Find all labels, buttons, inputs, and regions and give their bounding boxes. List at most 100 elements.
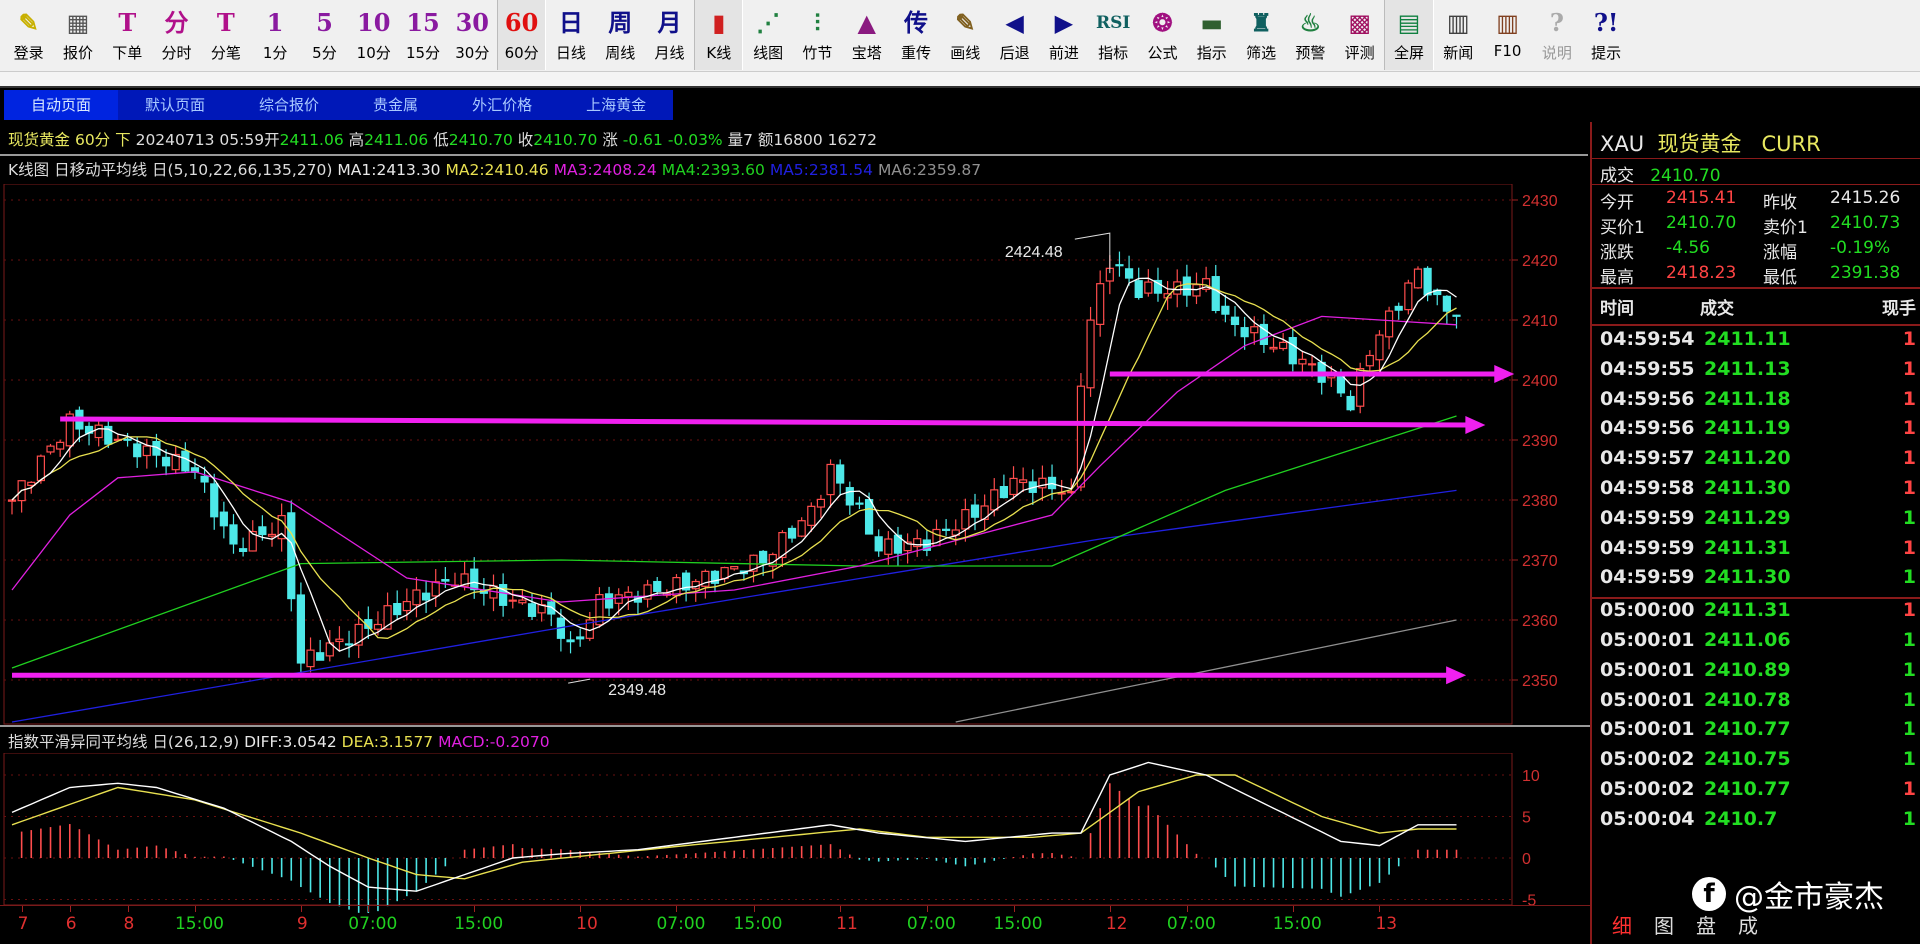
- candle-body: [1019, 479, 1028, 484]
- toolbar-label: 30分: [455, 44, 490, 62]
- candle-body: [672, 577, 681, 597]
- tab-1[interactable]: 默认页面: [118, 90, 232, 120]
- macd-chart[interactable]: 1050-5: [0, 753, 1590, 913]
- watermark: f @金市豪杰: [1692, 872, 1884, 916]
- support-arrow-line[interactable]: [60, 416, 1470, 428]
- candle-body: [229, 524, 238, 545]
- toolbar-30min-button[interactable]: 30 30分: [448, 0, 497, 70]
- tick-price: 2411.31: [1704, 536, 1791, 559]
- toolbar-back-button[interactable]: ◀ 后退: [990, 0, 1039, 70]
- panel-tab-1[interactable]: 图: [1654, 910, 1674, 939]
- toolbar-kline-button[interactable]: ▮ K线: [694, 0, 744, 70]
- candle-body: [1182, 276, 1191, 296]
- tick-price: 2411.11: [1704, 328, 1791, 350]
- tick-row: 05:00:00 2411.31 1: [1600, 599, 1916, 629]
- toolbar-resend-button[interactable]: 传重传: [891, 0, 940, 70]
- formula-icon: ❂: [1152, 8, 1173, 37]
- toolbar-formula-button[interactable]: ❂ 公式: [1138, 0, 1187, 70]
- tick-row: 05:00:02 2410.75 1: [1600, 748, 1916, 778]
- tab-5[interactable]: 上海黄金: [559, 90, 673, 120]
- stat-row: 涨跌 -4.56 涨幅 -0.19%: [1600, 238, 1916, 263]
- candle-body: [1250, 326, 1259, 334]
- tick-row: 05:00:02 2410.77 1: [1600, 778, 1916, 808]
- bamboo-icon: ⫶: [814, 8, 821, 37]
- tab-0[interactable]: 自动页面: [4, 90, 119, 120]
- tab-2[interactable]: 综合报价: [232, 90, 346, 120]
- candle-body: [566, 639, 575, 643]
- toolbar-draw-button[interactable]: ✎ 画线: [941, 0, 990, 70]
- candle-body: [1134, 280, 1143, 298]
- toolbar-daily-button[interactable]: 日日线: [546, 0, 595, 70]
- candle-body: [335, 638, 344, 643]
- panel-tab-0[interactable]: 细: [1612, 910, 1632, 939]
- toolbar-linechart-button[interactable]: ⋰ 线图: [743, 0, 792, 70]
- hint-icon: ▬: [1200, 8, 1224, 37]
- candle-body: [787, 527, 797, 539]
- toolbar-label: 月线: [654, 44, 685, 62]
- candle-body: [258, 526, 267, 536]
- kline-chart[interactable]: 2430 2420 2410 2400 2390 2380 2370 2360 2350 2424…: [0, 184, 1590, 725]
- toolbar-evaluate-button[interactable]: ▩ 评测: [1335, 0, 1384, 70]
- toolbar-label: F10: [1493, 42, 1522, 60]
- indicator-icon: RSI: [1096, 13, 1131, 33]
- candle-body: [1211, 276, 1220, 311]
- toolbar-bamboo-button[interactable]: ⫶ 竹节: [793, 0, 842, 70]
- toolbar-label: 后退: [999, 44, 1030, 62]
- monthly-icon: 月: [657, 8, 682, 37]
- candle-body: [942, 528, 951, 531]
- price-tick-label: 2420: [1522, 253, 1558, 270]
- toolbar-10min-button[interactable]: 10 10分: [349, 0, 398, 70]
- 5min-icon: 5: [316, 8, 333, 37]
- toolbar-hint-button[interactable]: ▬ 指示: [1187, 0, 1236, 70]
- toolbar-60min-button[interactable]: 60 60分: [496, 0, 547, 70]
- candle-body: [864, 499, 874, 535]
- time-tick-label: 9: [296, 914, 308, 934]
- order-icon: T: [118, 8, 137, 37]
- toolbar-fullscreen-button[interactable]: ▤ 全屏: [1384, 0, 1434, 70]
- toolbar-5min-button[interactable]: 5 5分: [300, 0, 349, 70]
- macd-tick-label: 10: [1522, 768, 1540, 785]
- toolbar-15min-button[interactable]: 15 15分: [398, 0, 447, 70]
- low-value: 2391.38: [1830, 263, 1901, 283]
- toolbar-timeshare-button[interactable]: 分分时: [152, 0, 201, 70]
- tick-row: 05:00:01 2410.89 1: [1600, 659, 1916, 689]
- candle-body: [287, 512, 296, 600]
- toolbar-label: K线: [706, 44, 732, 62]
- toolbar-login-button[interactable]: ✎ 登录: [4, 0, 53, 70]
- toolbar-tower-button[interactable]: ▲ 宝塔: [842, 0, 891, 70]
- toolbar-indicator-button[interactable]: RSI 指标: [1089, 0, 1138, 70]
- bar-low: 2410.70: [448, 131, 513, 149]
- tick-row: 05:00:04 2410.7 1: [1600, 808, 1916, 838]
- col-time: 时间: [1600, 299, 1634, 319]
- toolbar-tips-button[interactable]: ?! 提示: [1582, 0, 1631, 70]
- low-label: 低: [433, 131, 449, 149]
- candle-body: [1009, 477, 1018, 496]
- forward-icon: ▶: [1054, 8, 1074, 37]
- candle-body: [797, 520, 806, 537]
- watermark-text: @金市豪杰: [1734, 880, 1884, 915]
- tick-price: 2411.06: [1704, 629, 1791, 651]
- time-tick-label: 15:00: [993, 914, 1043, 934]
- time-axis: 7 6 8 15:00 9 07:00 15:00 10 07:00 15:00 11 07:00 15…: [0, 905, 1590, 944]
- toolbar-quote-button[interactable]: ▦ 报价: [53, 0, 102, 70]
- toolbar-tick-button[interactable]: T 分笔: [201, 0, 250, 70]
- toolbar-forward-button[interactable]: ▶ 前进: [1039, 0, 1088, 70]
- toolbar-alert-button[interactable]: ♨ 预警: [1286, 0, 1335, 70]
- toolbar-order-button[interactable]: T 下单: [103, 0, 152, 70]
- daily-icon: 日: [558, 8, 583, 37]
- toolbar-f10-button[interactable]: ▥ F10: [1483, 0, 1532, 70]
- toolbar-weekly-button[interactable]: 周周线: [596, 0, 645, 70]
- tips-icon: ?!: [1593, 8, 1619, 37]
- toolbar-label: 画线: [950, 44, 981, 62]
- tab-3[interactable]: 贵金属: [346, 90, 445, 120]
- time-tick-label: 10: [576, 914, 598, 934]
- toolbar-1min-button[interactable]: 1 1分: [250, 0, 299, 70]
- toolbar-filter-button[interactable]: ♜ 筛选: [1236, 0, 1285, 70]
- toolbar-news-button[interactable]: ▥ 新闻: [1434, 0, 1483, 70]
- tab-4[interactable]: 外汇价格: [445, 90, 559, 120]
- toolbar-monthly-button[interactable]: 月月线: [645, 0, 694, 70]
- time-tick-label: 15:00: [174, 914, 224, 934]
- toolbar-spacer: [0, 72, 1920, 88]
- tick-time: 05:00:02: [1600, 778, 1695, 800]
- toolbar-help-button[interactable]: ? 说明: [1532, 0, 1581, 70]
